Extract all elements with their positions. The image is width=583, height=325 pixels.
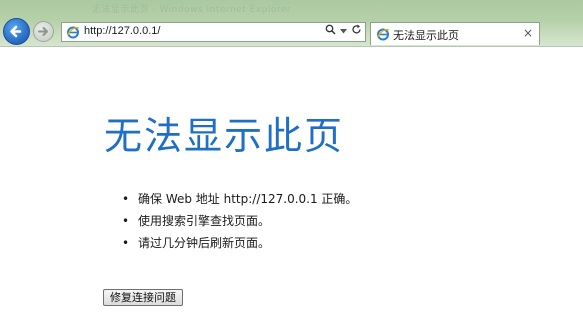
list-item-text: 使用搜索引擎查找页面。: [138, 214, 271, 228]
back-button[interactable]: [3, 18, 30, 45]
page-title: 无法显示此页: [104, 114, 345, 158]
window-title: 无法显示此页 - Windows Internet Explorer: [92, 5, 292, 15]
bullet-icon: •: [122, 236, 130, 250]
list-item-text: 确保 Web 地址 http://127.0.0.1 正确。: [138, 192, 358, 206]
bullet-icon: •: [122, 214, 130, 228]
ie-page-icon: [66, 26, 80, 39]
list-item: • 请过几分钟后刷新页面。: [122, 233, 357, 255]
list-item: • 使用搜索引擎查找页面。: [122, 211, 357, 233]
list-item-text: 请过几分钟后刷新页面。: [138, 236, 271, 250]
fix-connection-button[interactable]: 修复连接问题: [103, 289, 183, 306]
address-url[interactable]: http://127.0.0.1/: [84, 25, 160, 37]
browser-toolbar: 无法显示此页 - Windows Internet Explorer http:…: [0, 0, 583, 47]
search-icon[interactable]: [325, 24, 336, 41]
forward-arrow-icon: [38, 27, 48, 36]
suggestion-list: • 确保 Web 地址 http://127.0.0.1 正确。 • 使用搜索引…: [122, 189, 357, 255]
ie-tab-icon: [376, 28, 390, 41]
address-bar[interactable]: http://127.0.0.1/: [61, 22, 366, 42]
tab-title: 无法显示此页: [393, 29, 459, 42]
tab-active[interactable]: 无法显示此页 ×: [370, 22, 540, 45]
back-arrow-icon: [10, 25, 22, 38]
chevron-down-icon[interactable]: [340, 24, 347, 40]
close-icon[interactable]: ×: [523, 26, 533, 40]
address-tools: [325, 24, 362, 40]
forward-button[interactable]: [33, 21, 54, 42]
refresh-icon[interactable]: [351, 24, 362, 41]
bullet-icon: •: [122, 192, 130, 206]
list-item: • 确保 Web 地址 http://127.0.0.1 正确。: [122, 189, 357, 211]
